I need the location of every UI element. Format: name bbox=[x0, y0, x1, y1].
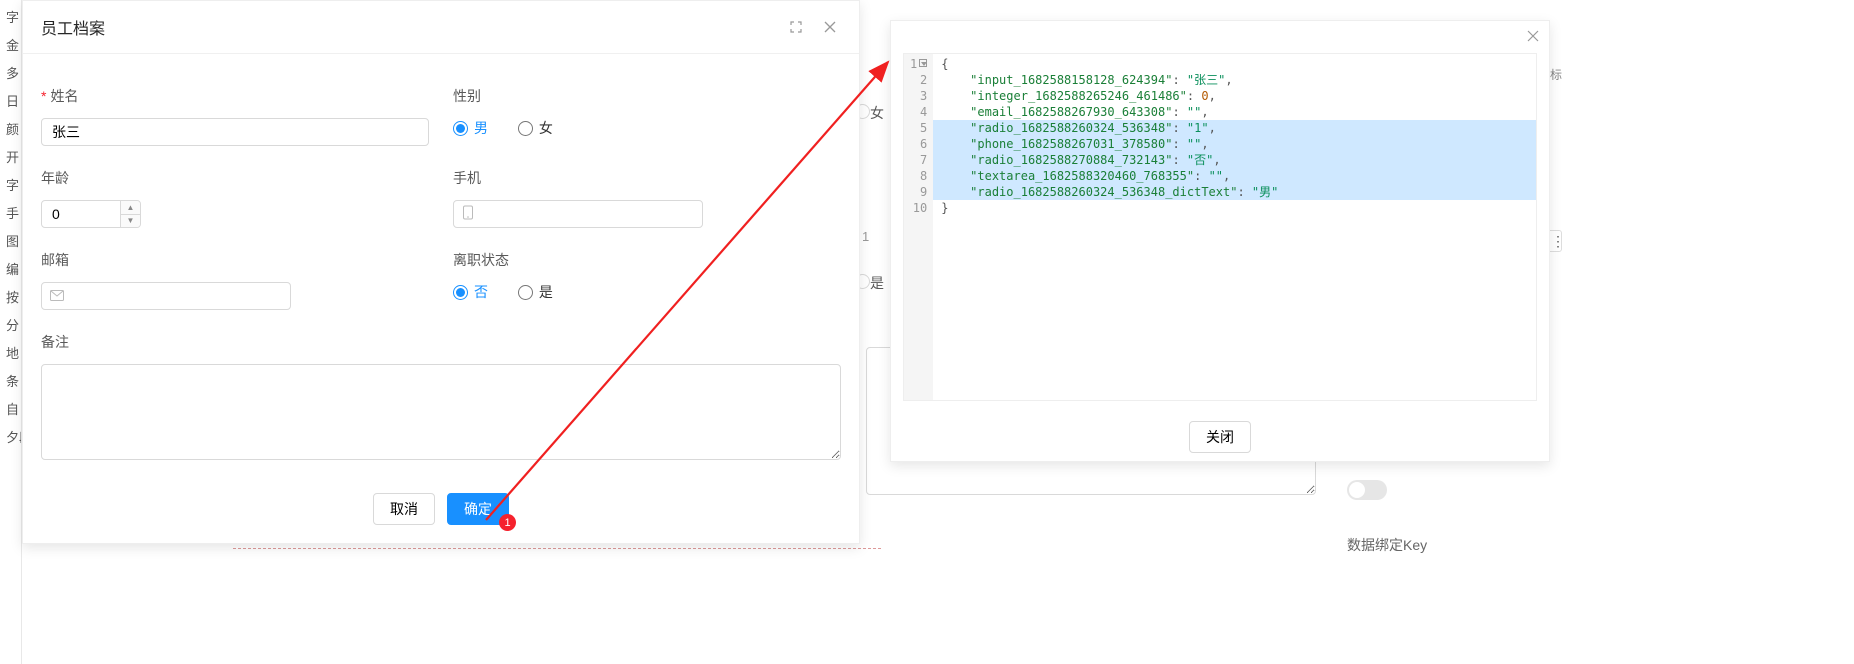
left-edge-item[interactable]: 字 bbox=[0, 172, 21, 200]
gender-radio-female[interactable]: 女 bbox=[518, 118, 553, 138]
bg-dash-divider bbox=[233, 548, 881, 549]
left-edge-item[interactable]: 多 bbox=[0, 60, 21, 88]
bg-radio-female-label: 女 bbox=[870, 103, 884, 123]
phone-input[interactable] bbox=[453, 200, 703, 228]
phone-icon bbox=[462, 205, 474, 223]
left-sidebar-fragment: 字金多日颜开字手图编按分地条自夕段 bbox=[0, 0, 22, 664]
json-panel-close-icon[interactable] bbox=[1527, 29, 1539, 46]
email-input[interactable] bbox=[41, 282, 291, 310]
code-line[interactable]: "email_1682588267930_643308": "", bbox=[941, 104, 1528, 120]
left-edge-item[interactable]: 字 bbox=[0, 4, 21, 32]
modal-title: 员工档案 bbox=[41, 15, 773, 39]
age-stepper-down[interactable]: ▼ bbox=[121, 215, 140, 228]
bg-toggle[interactable] bbox=[1347, 480, 1387, 500]
ok-button-badge: 1 bbox=[499, 514, 516, 531]
leave-radio-group: 否 是 bbox=[453, 282, 841, 303]
left-edge-item[interactable]: 自 bbox=[0, 396, 21, 424]
code-line[interactable]: "integer_1682588265246_461486": 0, bbox=[941, 88, 1528, 104]
left-edge-item[interactable]: 按 bbox=[0, 284, 21, 312]
leave-label: 离职状态 bbox=[453, 250, 841, 270]
bg-dot: 1 bbox=[862, 229, 869, 244]
left-edge-item[interactable]: 地 bbox=[0, 340, 21, 368]
close-icon[interactable] bbox=[819, 16, 841, 38]
phone-label: 手机 bbox=[453, 168, 841, 188]
json-close-button[interactable]: 关闭 bbox=[1189, 421, 1251, 453]
left-edge-item[interactable]: 夕段 bbox=[0, 424, 21, 452]
code-line[interactable]: "textarea_1682588320460_768355": "", bbox=[933, 168, 1536, 184]
left-edge-item[interactable]: 条 bbox=[0, 368, 21, 396]
bg-label-far: 标 bbox=[1550, 66, 1562, 83]
code-line[interactable]: "radio_1682588260324_536348": "1", bbox=[933, 120, 1536, 136]
left-edge-item[interactable]: 图 bbox=[0, 228, 21, 256]
email-icon bbox=[50, 288, 64, 304]
remark-label: 备注 bbox=[41, 332, 841, 352]
modal-footer: 取消 确定 1 bbox=[23, 481, 859, 543]
name-input[interactable] bbox=[41, 118, 429, 146]
code-gutter: 12345678910 bbox=[904, 54, 933, 400]
left-edge-item[interactable]: 颜 bbox=[0, 116, 21, 144]
left-edge-item[interactable]: 开 bbox=[0, 144, 21, 172]
left-edge-item[interactable]: 分 bbox=[0, 312, 21, 340]
code-line[interactable]: { bbox=[941, 56, 1528, 72]
json-preview-panel: 12345678910 { "input_1682588158128_62439… bbox=[890, 20, 1550, 462]
email-label: 邮箱 bbox=[41, 250, 429, 270]
gender-label: 性别 bbox=[453, 86, 841, 106]
cancel-button[interactable]: 取消 bbox=[373, 493, 435, 525]
code-line[interactable]: "radio_1682588270884_732143": "否", bbox=[933, 152, 1536, 168]
left-edge-item[interactable]: 编 bbox=[0, 256, 21, 284]
code-line[interactable]: "radio_1682588260324_536348_dictText": "… bbox=[933, 184, 1536, 200]
leave-radio-yes[interactable]: 是 bbox=[518, 282, 553, 302]
code-line[interactable]: } bbox=[941, 200, 1528, 216]
modal-header: 员工档案 bbox=[23, 1, 859, 54]
modal-body: *姓名 性别 男 女 年龄 ▲ ▼ bbox=[23, 54, 859, 481]
bg-databind-key-label: 数据绑定Key bbox=[1347, 535, 1427, 555]
age-stepper: ▲ ▼ bbox=[120, 201, 140, 227]
code-lines[interactable]: { "input_1682588158128_624394": "张三", "i… bbox=[933, 54, 1536, 400]
gender-radio-male[interactable]: 男 bbox=[453, 118, 488, 138]
age-label: 年龄 bbox=[41, 168, 429, 188]
gender-radio-group: 男 女 bbox=[453, 118, 841, 139]
age-stepper-up[interactable]: ▲ bbox=[121, 201, 140, 215]
code-line[interactable]: "input_1682588158128_624394": "张三", bbox=[941, 72, 1528, 88]
leave-radio-no[interactable]: 否 bbox=[453, 282, 488, 302]
remark-textarea[interactable] bbox=[41, 364, 841, 460]
left-edge-item[interactable]: 手 bbox=[0, 200, 21, 228]
left-edge-item[interactable]: 日 bbox=[0, 88, 21, 116]
left-edge-item[interactable]: 金 bbox=[0, 32, 21, 60]
json-code-area[interactable]: 12345678910 { "input_1682588158128_62439… bbox=[903, 53, 1537, 401]
bg-radio-yes-label: 是 bbox=[870, 273, 884, 293]
ok-button[interactable]: 确定 1 bbox=[447, 493, 509, 525]
employee-form-modal: 员工档案 *姓名 性别 男 女 年龄 bbox=[22, 0, 860, 544]
code-line[interactable]: "phone_1682588267031_378580": "", bbox=[933, 136, 1536, 152]
name-label: *姓名 bbox=[41, 86, 429, 106]
fullscreen-icon[interactable] bbox=[785, 16, 807, 38]
ok-button-label: 确定 bbox=[464, 501, 492, 517]
